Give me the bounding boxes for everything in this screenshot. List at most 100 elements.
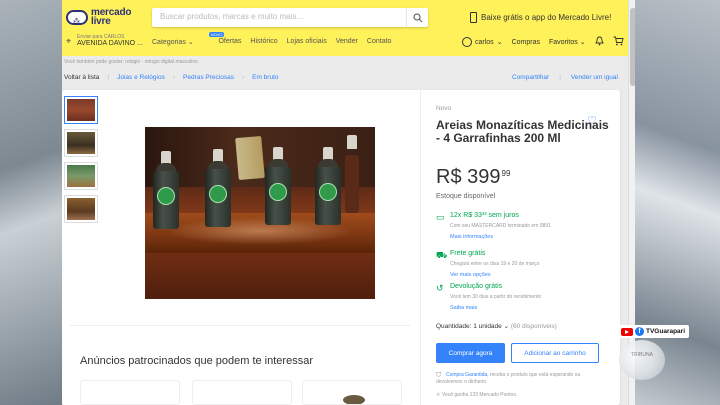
chevron-down-icon: ⌄: [187, 39, 194, 46]
breadcrumb-item[interactable]: Joias e Relógios: [117, 74, 165, 81]
logo-text: mercado livre: [91, 8, 131, 27]
free-shipping-text: Frete grátis: [450, 250, 486, 257]
credit-card-icon: ▭: [436, 212, 445, 222]
more-info-link[interactable]: Mais informações: [450, 234, 493, 240]
breadcrumb-item[interactable]: Em bruto: [252, 74, 278, 81]
background-left: [0, 0, 62, 405]
user-avatar-icon: [462, 37, 472, 47]
favorites-label: Favoritos: [548, 39, 578, 46]
thumbnail-4[interactable]: [64, 195, 98, 223]
product-info-panel: Novo ♡ Areias Monazíticas Medicinais - 4…: [420, 90, 620, 405]
logo-text-line2: livre: [91, 16, 111, 27]
search-icon[interactable]: [406, 8, 428, 27]
quantity-label: Quantidade: 1 unidade: [436, 323, 502, 330]
thumbnail-1[interactable]: [64, 96, 98, 124]
sponsored-ad-card[interactable]: [80, 380, 180, 405]
nav-history[interactable]: Histórico: [250, 38, 277, 46]
chevron-right-icon: ›: [172, 74, 175, 81]
tv-channel-watermark: TRIBUNA: [619, 340, 665, 380]
stock-status: Estoque disponível: [436, 193, 496, 200]
nav-sell[interactable]: Vender: [336, 38, 358, 46]
price-main: R$ 399: [436, 166, 501, 188]
sell-same-link[interactable]: Vender um igual: [571, 74, 618, 81]
purchases-link[interactable]: Compras: [512, 39, 540, 46]
user-menu[interactable]: carlos ⌄: [462, 37, 503, 47]
delivery-estimate: Chegará entre os dias 19 e 20 de março: [450, 261, 540, 267]
more-options-link[interactable]: Ver mais opções: [450, 272, 491, 278]
sponsored-ad-card[interactable]: [302, 380, 402, 405]
related-searches[interactable]: Você também pode gostar: relogio · relog…: [64, 59, 198, 65]
nav-official-stores[interactable]: Lojas oficiais: [287, 38, 327, 46]
new-badge: NOVO: [208, 32, 225, 37]
search-input[interactable]: Buscar produtos, marcas e muito mais…: [160, 12, 305, 21]
tv-handle: TVGuarapari: [646, 328, 686, 335]
breadcrumb-separator: |: [107, 74, 110, 81]
youtube-icon: [621, 327, 633, 336]
quantity-available: (60 disponíveis): [510, 323, 557, 330]
app-promo-link[interactable]: Baixe grátis o app do Mercado Livre!: [470, 12, 611, 23]
sponsored-ad-card[interactable]: [192, 380, 292, 405]
location-address: AVENIDA DAVINO ...: [77, 40, 143, 47]
app-promo-text: Baixe grátis o app do Mercado Livre!: [481, 13, 612, 22]
trophy-icon: ♕: [436, 392, 441, 398]
installments-text: 12x R$ 33³³ sem juros: [450, 212, 519, 219]
product-main-image[interactable]: [145, 127, 375, 299]
facebook-icon: f: [635, 327, 644, 336]
handshake-icon: ⁂: [66, 10, 88, 25]
reward-points: ♕ Você ganha 133 Mercado Pontos.: [436, 392, 517, 398]
user-nav: carlos ⌄ Compras Favoritos ⌄: [462, 36, 624, 48]
cart-icon[interactable]: [613, 36, 624, 48]
chevron-right-icon: ›: [241, 74, 245, 81]
purchase-guarantee: ⛉ Compra Garantida, receba o produto que…: [436, 372, 606, 386]
sponsored-ads-title: Anúncios patrocinados que podem te inter…: [80, 355, 313, 367]
browser-viewport: ⁂ mercado livre Buscar produtos, marcas …: [62, 0, 635, 405]
user-name: carlos: [475, 38, 494, 46]
thumbnail-gallery: [64, 96, 98, 228]
tv-social-overlay: f TVGuarapari: [617, 325, 690, 338]
add-to-cart-button[interactable]: Adicionar ao carrinho: [511, 343, 599, 363]
location-pin-icon: ⌖: [66, 36, 72, 46]
product-price: R$ 399 99: [436, 166, 510, 189]
chevron-down-icon: ⌄: [579, 39, 586, 46]
installments-card-info: Com seu MASTERCARD terminado em 0891: [450, 223, 551, 229]
quantity-selector[interactable]: Quantidade: 1 unidade ⌄ (60 disponíveis): [436, 322, 557, 330]
nav-categories-label: Categorias: [152, 39, 186, 46]
thumbnail-2[interactable]: [64, 129, 98, 157]
nav-categories[interactable]: Categorias ⌄: [152, 38, 194, 46]
back-to-list-link[interactable]: Voltar à lista: [64, 74, 99, 81]
reward-points-text: Você ganha 133 Mercado Pontos.: [441, 392, 518, 398]
share-separator: |: [559, 74, 561, 81]
truck-icon: ⛟: [436, 250, 448, 260]
product-condition: Novo: [436, 105, 452, 112]
nav-offers-label: Ofertas: [218, 38, 242, 45]
tv-channel-name: TRIBUNA: [631, 352, 653, 358]
learn-more-link[interactable]: Saiba mais: [450, 305, 477, 311]
nav-offers[interactable]: NOVOOfertas: [203, 32, 242, 46]
product-title: Areias Monazíticas Medicinais - 4 Garraf…: [436, 118, 609, 145]
guarantee-link[interactable]: Compra Garantida,: [446, 372, 489, 378]
breadcrumb: Voltar à lista | Joias e Relógios › Pedr…: [64, 74, 279, 81]
search-bar[interactable]: Buscar produtos, marcas e muito mais…: [152, 8, 428, 27]
chevron-down-icon: ⌄: [503, 323, 510, 330]
free-return-text: Devolução grátis: [450, 283, 503, 290]
site-header: ⁂ mercado livre Buscar produtos, marcas …: [62, 0, 635, 56]
shield-icon: ⛉: [436, 372, 442, 379]
bell-icon[interactable]: [594, 36, 604, 48]
product-card: Anúncios patrocinados que podem te inter…: [62, 90, 620, 405]
favorites-menu[interactable]: Favoritos ⌄: [549, 38, 586, 46]
scrollbar-thumb[interactable]: [630, 8, 635, 86]
share-actions: Compartilhar | Vender um igual: [512, 74, 618, 81]
breadcrumb-item[interactable]: Pedras Preciosas: [183, 74, 234, 81]
chevron-down-icon: ⌄: [496, 39, 503, 46]
price-cents: 99: [501, 169, 511, 178]
mercadolivre-logo[interactable]: ⁂ mercado livre: [66, 8, 131, 30]
return-arrow-icon: ↺: [436, 283, 444, 293]
delivery-location[interactable]: ⌖ Enviar para CARLOS AVENIDA DAVINO ...: [66, 33, 146, 51]
thumbnail-3[interactable]: [64, 162, 98, 190]
main-nav: Categorias ⌄ NOVOOfertas Histórico Lojas…: [152, 32, 392, 46]
nav-contact[interactable]: Contato: [367, 38, 392, 46]
buy-now-button[interactable]: Comprar agora: [436, 343, 505, 363]
section-divider: [70, 325, 410, 326]
phone-icon: [470, 12, 477, 23]
share-link[interactable]: Compartilhar: [512, 74, 549, 81]
